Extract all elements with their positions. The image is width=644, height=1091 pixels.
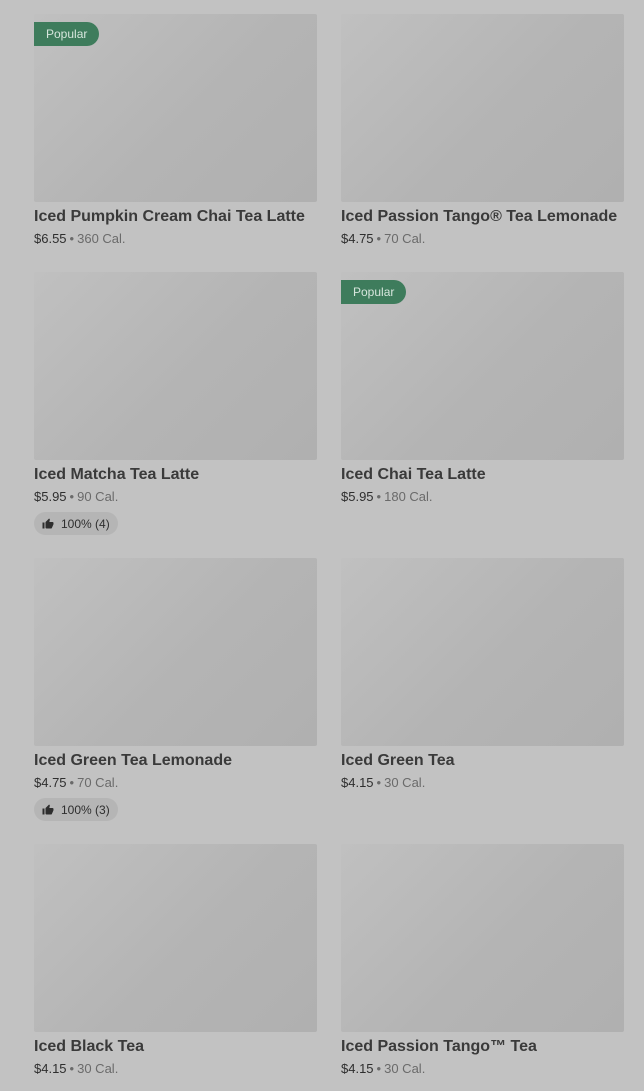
product-price: $4.15 (341, 1061, 374, 1076)
product-name[interactable]: Iced Matcha Tea Latte (34, 465, 317, 485)
product-meta: $4.15 • 30 Cal. (341, 774, 624, 792)
product-meta: $6.55 • 360 Cal. (34, 230, 317, 248)
product-price: $5.95 (34, 489, 67, 504)
product-image[interactable]: Popular (341, 272, 624, 460)
product-image[interactable]: Popular (34, 14, 317, 202)
separator-dot: • (69, 489, 75, 504)
popular-badge: Popular (34, 22, 100, 46)
product-calories: 90 Cal. (77, 489, 119, 504)
product-price: $5.95 (341, 489, 374, 504)
rating-text: 100% (3) (61, 802, 110, 817)
menu-item-card[interactable]: Iced Green Tea Lemonade $4.75 • 70 Cal. 10… (34, 558, 317, 821)
menu-item-card[interactable]: Iced Passion Tango™ Tea $4.15 • 30 Cal. (341, 844, 624, 1078)
product-meta: $4.15 • 30 Cal. (341, 1060, 624, 1078)
rating-badge: 100% (4) (34, 512, 118, 535)
product-meta: $5.95 • 90 Cal. (34, 488, 317, 506)
product-calories: 180 Cal. (384, 489, 433, 504)
separator-dot: • (69, 1061, 75, 1076)
separator-dot: • (69, 775, 75, 790)
separator-dot: • (376, 489, 382, 504)
product-name[interactable]: Iced Chai Tea Latte (341, 465, 624, 485)
menu-item-card[interactable]: Iced Black Tea $4.15 • 30 Cal. (34, 844, 317, 1078)
product-calories: 70 Cal. (384, 231, 426, 246)
product-image[interactable] (34, 558, 317, 746)
product-calories: 30 Cal. (384, 1061, 426, 1076)
product-calories: 70 Cal. (77, 775, 119, 790)
product-image[interactable] (341, 558, 624, 746)
product-price: $6.55 (34, 231, 67, 246)
product-calories: 360 Cal. (77, 231, 126, 246)
product-image[interactable] (341, 844, 624, 1032)
menu-item-card[interactable]: Popular Iced Chai Tea Latte $5.95 • 180 Ca… (341, 272, 624, 506)
product-price: $4.15 (34, 1061, 67, 1076)
product-name[interactable]: Iced Passion Tango® Tea Lemonade (341, 207, 624, 227)
product-price: $4.75 (341, 231, 374, 246)
menu-item-card[interactable]: Iced Green Tea $4.15 • 30 Cal. (341, 558, 624, 792)
product-meta: $5.95 • 180 Cal. (341, 488, 624, 506)
product-image[interactable] (34, 844, 317, 1032)
product-name[interactable]: Iced Pumpkin Cream Chai Tea Latte (34, 207, 317, 227)
product-name[interactable]: Iced Black Tea (34, 1037, 317, 1057)
product-name[interactable]: Iced Green Tea Lemonade (34, 751, 317, 771)
rating-text: 100% (4) (61, 516, 110, 531)
product-calories: 30 Cal. (384, 775, 426, 790)
thumbs-up-icon (42, 804, 54, 814)
product-name[interactable]: Iced Passion Tango™ Tea (341, 1037, 624, 1057)
product-meta: $4.15 • 30 Cal. (34, 1060, 317, 1078)
separator-dot: • (376, 775, 382, 790)
menu-item-card[interactable]: Popular Iced Pumpkin Cream Chai Tea Latt… (34, 14, 317, 248)
product-meta: $4.75 • 70 Cal. (34, 774, 317, 792)
product-meta: $4.75 • 70 Cal. (341, 230, 624, 248)
rating-badge: 100% (3) (34, 798, 118, 821)
separator-dot: • (376, 231, 382, 246)
menu-item-card[interactable]: Iced Passion Tango® Tea Lemonade $4.75 • 7… (341, 14, 624, 248)
separator-dot: • (69, 231, 75, 246)
product-image[interactable] (341, 14, 624, 202)
popular-badge: Popular (341, 280, 407, 304)
product-price: $4.75 (34, 775, 67, 790)
product-name[interactable]: Iced Green Tea (341, 751, 624, 771)
thumbs-up-icon (42, 518, 54, 528)
menu-item-card[interactable]: Iced Matcha Tea Latte $5.95 • 90 Cal. 100%… (34, 272, 317, 535)
product-calories: 30 Cal. (77, 1061, 119, 1076)
product-price: $4.15 (341, 775, 374, 790)
separator-dot: • (376, 1061, 382, 1076)
product-image[interactable] (34, 272, 317, 460)
